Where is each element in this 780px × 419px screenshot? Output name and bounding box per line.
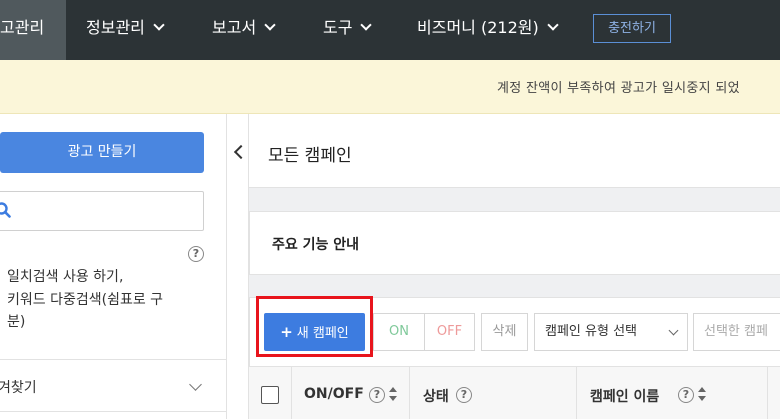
help-icon[interactable]: ? [188, 246, 204, 262]
favorites-label[interactable]: 겨찾기 [0, 377, 37, 397]
nav-reports[interactable]: 보고서 [212, 0, 276, 60]
chevron-left-icon [233, 144, 249, 160]
help-icon[interactable]: ? [456, 387, 472, 403]
chevron-down-icon [360, 19, 373, 31]
nav-tools-label: 도구 [323, 18, 353, 37]
help-icon[interactable]: ? [678, 387, 694, 403]
chevron-down-icon [264, 19, 276, 31]
help-icon[interactable]: ? [369, 387, 385, 403]
sidebar-divider [0, 411, 227, 412]
notice-text: 계정 잔액이 부족하여 광고가 일시중지 되었 [497, 81, 740, 96]
sort-icon[interactable] [698, 387, 706, 401]
top-nav: 고관리 정보관리 보고서 도구 비즈머니 (212원) 충전하기 [0, 0, 780, 60]
feature-guide-card[interactable]: 주요 기능 안내 [249, 211, 780, 275]
column-divider [291, 366, 292, 419]
nav-reports-label: 보고서 [212, 18, 257, 37]
exact-match-option: 일치검색 사용 하기, [7, 269, 124, 285]
charge-button[interactable]: 충전하기 [593, 14, 671, 43]
off-button[interactable]: OFF [424, 313, 475, 351]
multi-keyword-option-cont: 분) [7, 314, 26, 330]
column-divider [576, 366, 577, 419]
sidebar: 광고 만들기 ? 일치검색 사용 하기, 키워드 다중검색(쉼표로 구 분) 겨… [0, 114, 227, 419]
nav-info-management[interactable]: 정보관리 [86, 0, 165, 60]
nav-tools[interactable]: 도구 [323, 0, 373, 60]
on-button[interactable]: ON [373, 313, 424, 351]
highlight-box [256, 296, 373, 357]
sidebar-divider [0, 359, 227, 360]
page-header: 모든 캠페인 [249, 114, 780, 188]
column-divider [767, 366, 768, 419]
page-title: 모든 캠페인 [268, 146, 352, 166]
delete-button[interactable]: 삭제 [481, 313, 528, 351]
feature-guide-title: 주요 기능 안내 [272, 237, 360, 253]
multi-keyword-option: 키워드 다중검색(쉼표로 구 [7, 292, 164, 308]
search-icon [0, 202, 11, 218]
nav-info-management-label: 정보관리 [86, 18, 145, 37]
sort-icon[interactable] [389, 387, 397, 401]
campaign-type-select[interactable]: 캠페인 유형 선택 [534, 313, 688, 351]
col-header-onoff[interactable]: ON/OFF [304, 386, 364, 402]
nav-ad-management[interactable]: 고관리 [0, 0, 67, 60]
nav-ad-management-label: 고관리 [0, 18, 45, 37]
chevron-down-icon[interactable] [189, 378, 202, 391]
create-ad-button[interactable]: 광고 만들기 [0, 132, 204, 173]
balance-notice-bar: 계정 잔액이 부족하여 광고가 일시중지 되었 [0, 60, 780, 114]
chevron-down-icon [547, 19, 559, 31]
chevron-down-icon [668, 325, 679, 336]
sidebar-collapse-toggle[interactable] [228, 114, 249, 419]
col-header-status[interactable]: 상태 [423, 386, 449, 406]
nav-bizmoney[interactable]: 비즈머니 (212원) [417, 0, 559, 60]
select-all-checkbox[interactable] [261, 386, 279, 404]
chevron-down-icon [153, 19, 165, 31]
campaign-type-select-label: 캠페인 유형 선택 [545, 324, 637, 339]
col-header-campaign-name[interactable]: 캠페인 이름 [590, 386, 659, 406]
search-input[interactable] [0, 191, 204, 231]
selected-campaign-action[interactable]: 선택한 캠페 [693, 313, 780, 351]
column-divider [409, 366, 410, 419]
nav-bizmoney-label: 비즈머니 (212원) [417, 18, 539, 37]
